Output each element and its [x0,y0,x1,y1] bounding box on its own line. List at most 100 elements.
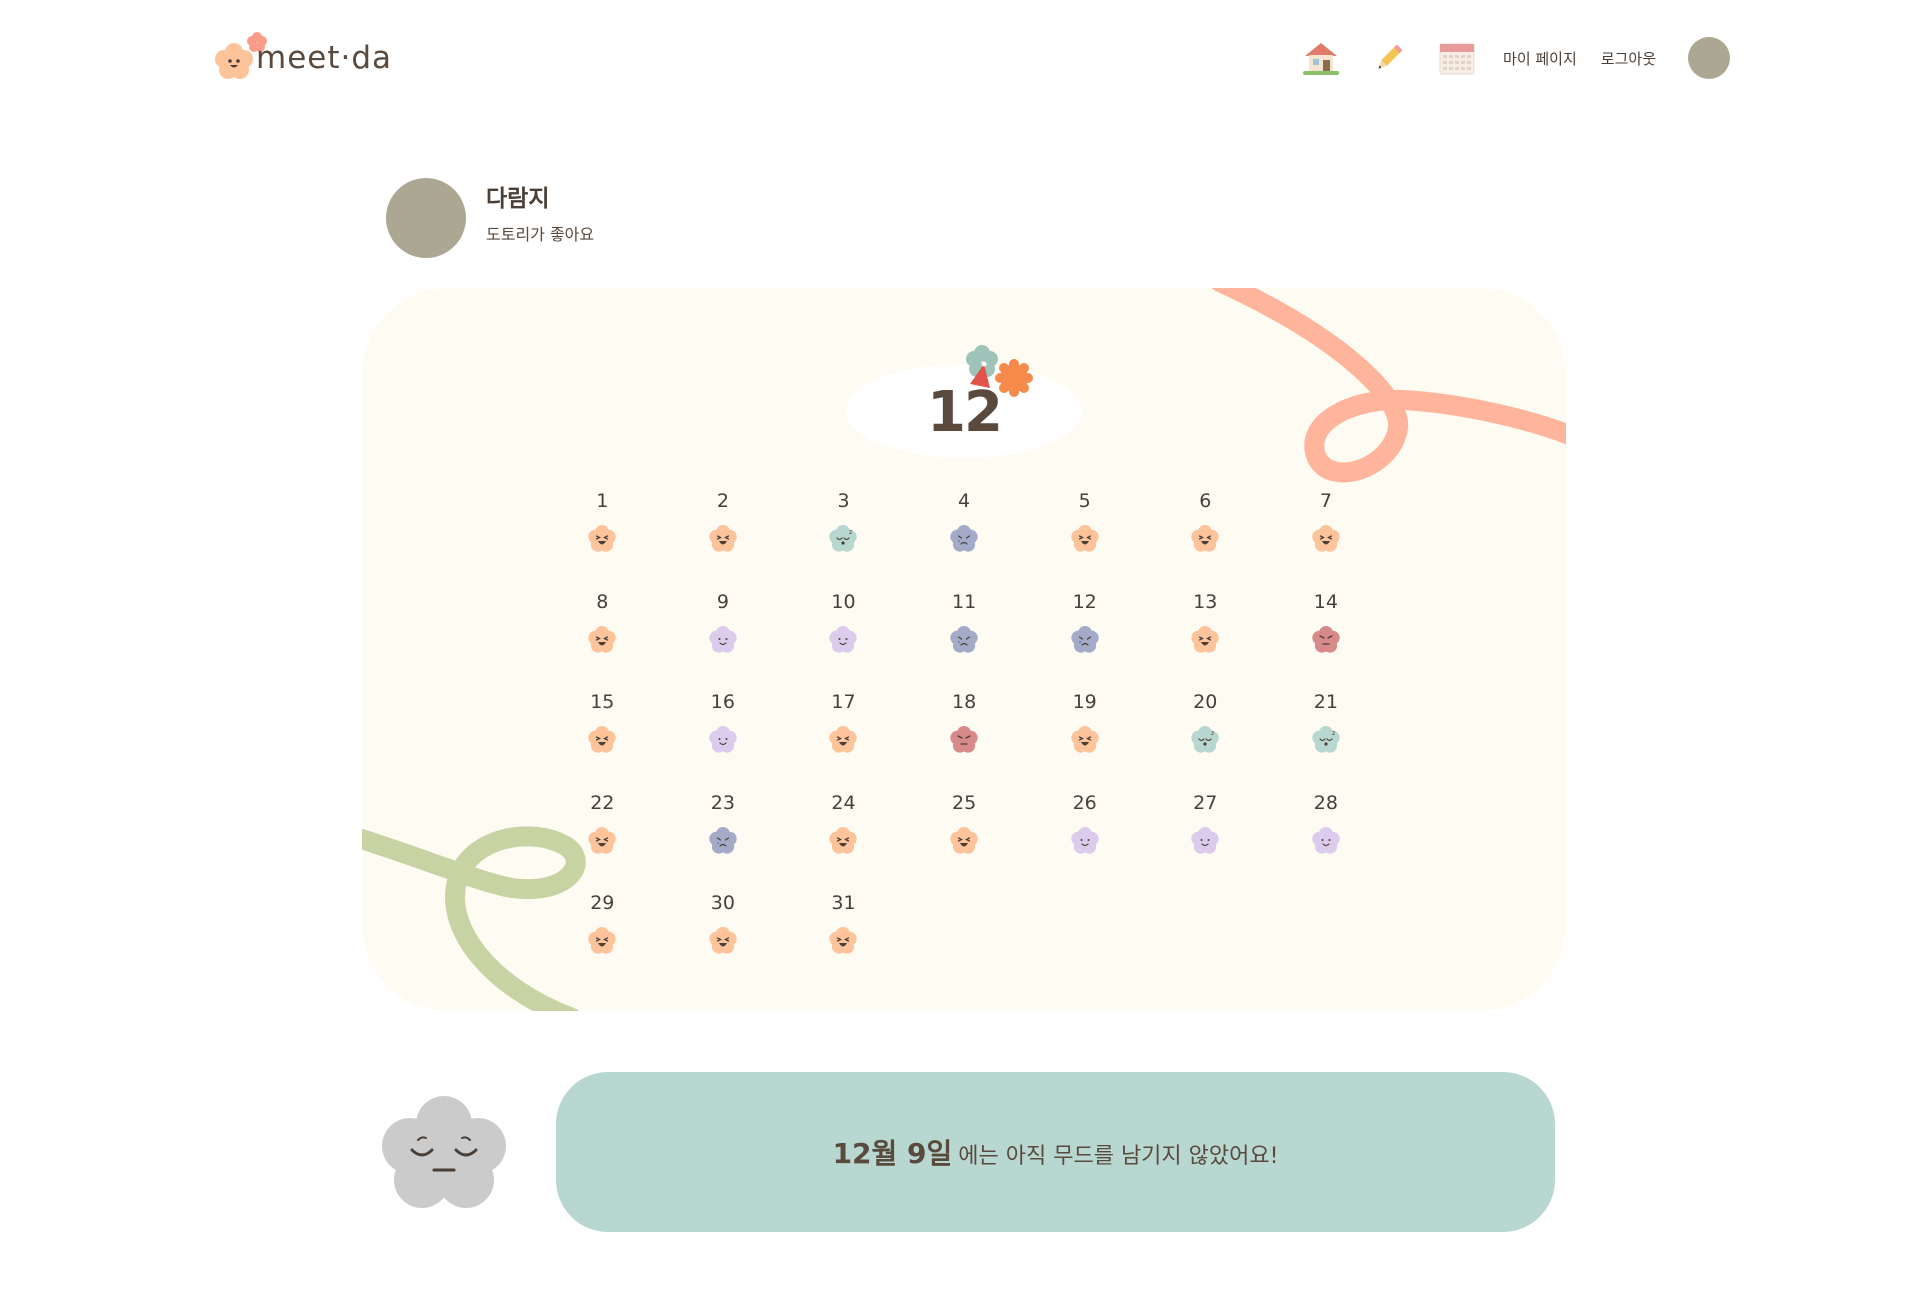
sad-mood-icon[interactable] [1068,623,1102,657]
pencil-icon[interactable] [1367,36,1411,80]
angry-mood-icon[interactable] [947,723,981,757]
house-icon[interactable] [1299,36,1343,80]
svg-text:z: z [1211,730,1214,737]
calm-mood-icon[interactable] [706,723,740,757]
calm-mood-icon[interactable] [1309,824,1343,858]
day-number: 16 [710,691,735,713]
calendar-day[interactable]: 13 [1145,589,1266,690]
happy-mood-icon[interactable] [585,924,619,958]
happy-mood-icon[interactable] [826,723,860,757]
happy-mood-icon[interactable] [826,824,860,858]
mypage-link[interactable]: 마이 페이지 [1503,48,1577,69]
happy-mood-icon[interactable] [947,824,981,858]
logo[interactable]: meet·da [210,26,391,86]
day-number: 5 [1078,490,1091,512]
calendar-day[interactable]: 26 [1024,790,1145,891]
calendar-day[interactable]: 10 [783,589,904,690]
header: meet·da 마이 페이지 로그아웃 [0,0,1920,120]
day-number: 13 [1193,590,1218,613]
happy-mood-icon[interactable] [1309,522,1343,556]
calendar-day[interactable]: 3z [783,488,904,589]
calendar-day[interactable]: 11 [904,589,1025,690]
calendar-day[interactable]: 19 [1024,689,1145,790]
calendar-day[interactable]: 23 [663,790,784,891]
sleepy-cloud-icon [382,1088,506,1216]
profile-avatar [386,178,466,258]
happy-mood-icon[interactable] [585,723,619,757]
calendar-day[interactable]: 16 [663,689,784,790]
day-number: 12 [1072,590,1097,613]
day-number: 31 [831,892,856,914]
calendar-day[interactable]: 18 [904,689,1025,790]
day-number: 9 [716,590,729,613]
happy-mood-icon[interactable] [585,623,619,657]
happy-mood-icon[interactable] [1188,522,1222,556]
calendar-day[interactable]: 20 z [1145,689,1266,790]
party-decoration-icon [966,345,1033,397]
happy-mood-icon[interactable] [1068,522,1102,556]
sleepy-mood-icon[interactable]: z [1188,723,1222,757]
happy-mood-icon[interactable] [585,824,619,858]
calendar-day[interactable]: 30 [663,890,784,991]
day-number: 3 [837,490,850,512]
calendar-day[interactable]: 8 [542,589,663,690]
day-number: 1 [596,490,609,512]
calm-mood-icon[interactable] [826,623,860,657]
day-number: 22 [590,791,615,814]
calm-mood-icon[interactable] [1188,824,1222,858]
mood-message-box: 12월 9일 에는 아직 무드를 남기지 않았어요! [556,1072,1555,1232]
user-avatar[interactable] [1688,37,1730,79]
calendar-day[interactable]: 31 [783,890,904,991]
day-number: 17 [831,691,856,713]
day-number: 7 [1319,490,1332,512]
happy-mood-icon[interactable] [1188,623,1222,657]
calendar-day[interactable]: 1 [542,488,663,589]
calendar-day[interactable]: 2 [663,488,784,589]
calendar-day[interactable]: 4 [904,488,1025,589]
profile-bio: 도토리가 좋아요 [486,225,595,244]
calendar-day[interactable]: 27 [1145,790,1266,891]
happy-mood-icon[interactable] [1068,723,1102,757]
calendar-day[interactable]: 22 [542,790,663,891]
logout-link[interactable]: 로그아웃 [1601,48,1656,69]
sad-mood-icon[interactable] [947,522,981,556]
svg-text:z: z [1332,730,1335,737]
sleepy-mood-icon[interactable]: z [826,522,860,556]
calendar-day[interactable]: 25 [904,790,1025,891]
sad-mood-icon[interactable] [947,623,981,657]
calendar-card: 12 1 2 3 z 4 5 6 7 8 9 10 11 12 13 14 15 16 17 18 19 20 z 21 z 2… [362,288,1566,1011]
calendar-day[interactable]: 21 z [1266,689,1387,790]
sleepy-mood-icon[interactable]: z [1309,723,1343,757]
calendar-day[interactable]: 14 [1266,589,1387,690]
day-number: 28 [1313,791,1338,814]
calendar-grid: 1 2 3 z 4 5 6 7 8 9 10 11 12 13 14 15 16 17 18 19 20 z 21 z 22 23… [542,488,1386,991]
calendar-day[interactable]: 12 [1024,589,1145,690]
happy-mood-icon[interactable] [585,522,619,556]
calendar-day[interactable]: 9 [663,589,784,690]
calendar-day[interactable]: 24 [783,790,904,891]
calendar-day[interactable]: 15 [542,689,663,790]
calm-mood-icon[interactable] [706,623,740,657]
happy-mood-icon[interactable] [706,924,740,958]
day-number: 2 [716,490,729,512]
angry-mood-icon[interactable] [1309,623,1343,657]
calendar-day[interactable]: 7 [1266,488,1387,589]
day-number: 23 [710,791,735,814]
day-number: 8 [596,590,609,613]
happy-mood-icon[interactable] [826,924,860,958]
mood-message-text: 에는 아직 무드를 남기지 않았어요! [958,1144,1279,1169]
happy-mood-icon[interactable] [706,522,740,556]
calendar-day[interactable]: 29 [542,890,663,991]
day-number: 26 [1072,791,1097,814]
sad-mood-icon[interactable] [706,824,740,858]
calendar-day[interactable]: 28 [1266,790,1387,891]
calendar-day[interactable]: 5 [1024,488,1145,589]
calendar-day[interactable]: 6 [1145,488,1266,589]
profile-text: 다람지 도토리가 좋아요 [486,179,594,245]
calm-mood-icon[interactable] [1068,824,1102,858]
day-number: 19 [1072,691,1097,713]
calendar-day[interactable]: 17 [783,689,904,790]
calendar-icon[interactable] [1435,36,1479,80]
profile-name: 다람지 [486,186,550,212]
day-number: 25 [951,791,977,814]
